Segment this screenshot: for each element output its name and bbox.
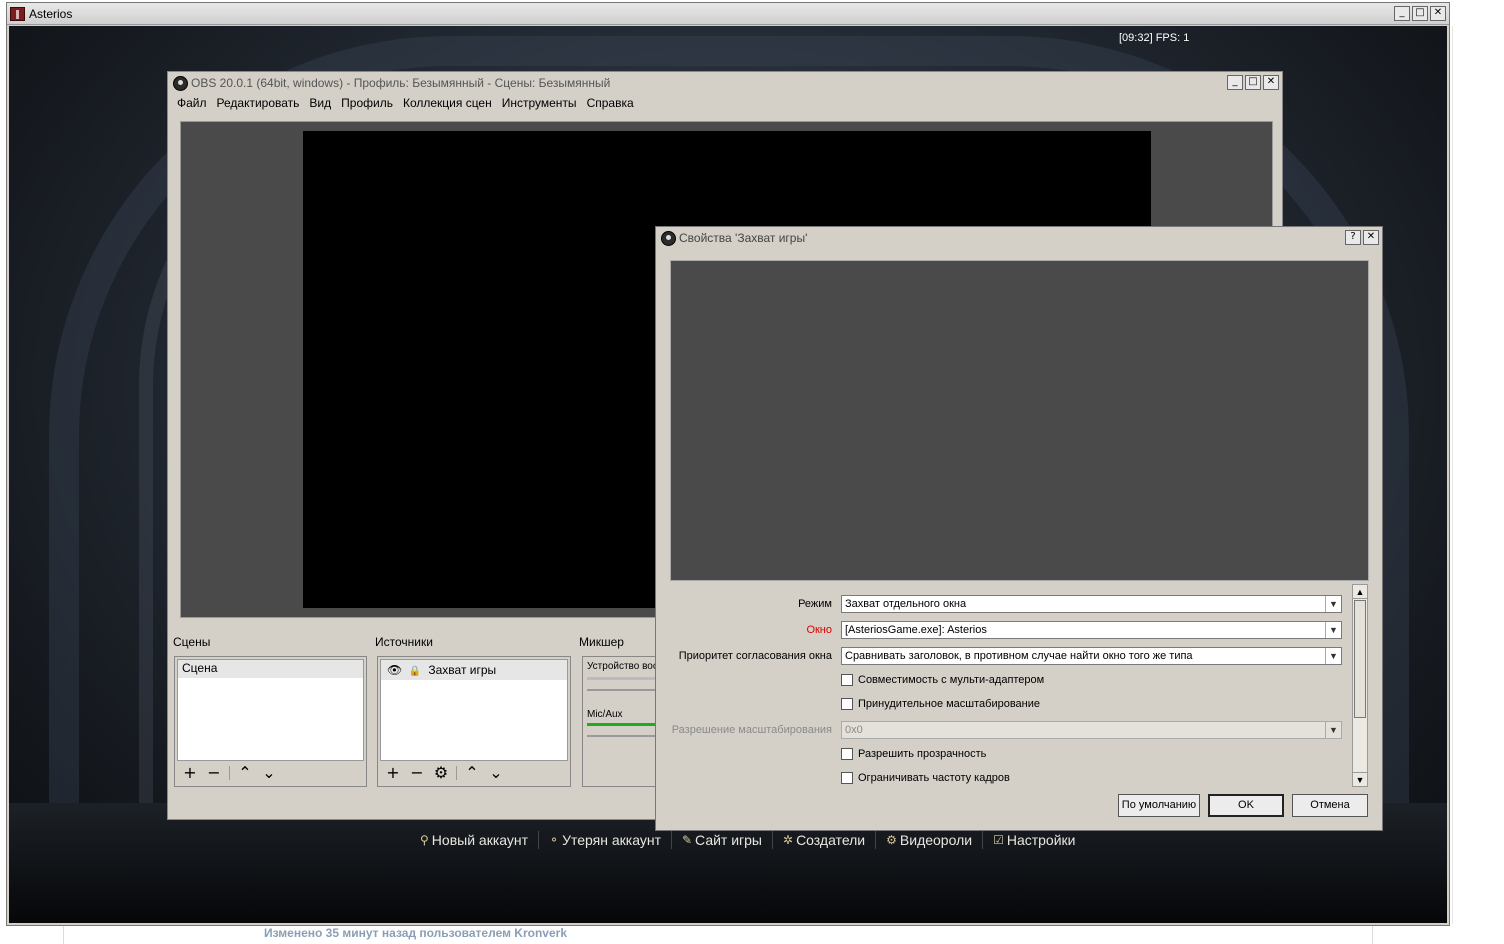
site-icon: ✎	[681, 833, 693, 847]
mode-select[interactable]: Захват отдельного окна ▼	[841, 595, 1342, 613]
cancel-button[interactable]: Отмена	[1292, 794, 1368, 817]
properties-scrollbar[interactable]: ▲ ▼	[1352, 584, 1368, 787]
mic-volume-slider[interactable]	[587, 735, 661, 737]
sources-dock-title: Источники	[375, 635, 433, 649]
new-account-link[interactable]: ⚲ Новый аккаунт	[410, 831, 540, 849]
creators-icon: ✲	[783, 833, 794, 847]
window-select[interactable]: [AsteriosGame.exe]: Asterios ▼	[841, 621, 1342, 639]
scroll-thumb	[1354, 600, 1366, 718]
menu-scene-collection[interactable]: Коллекция сцен	[398, 95, 497, 111]
force-scaling-checkbox[interactable]: Принудительное масштабирование	[841, 698, 1040, 710]
chevron-down-icon: ▼	[1325, 722, 1341, 738]
source-item[interactable]: 👁 🔒 Захват игры	[381, 660, 567, 680]
obs-window-title: OBS 20.0.1 (64bit, windows) - Профиль: Б…	[191, 76, 611, 90]
sources-list[interactable]: 👁 🔒 Захват игры	[380, 659, 568, 761]
obs-close-button[interactable]: ✕	[1263, 75, 1279, 90]
desktop-volume-slider[interactable]	[587, 689, 661, 691]
scene-item[interactable]: Сцена	[178, 660, 363, 678]
scale-res-select: 0x0 ▼	[841, 721, 1342, 739]
scenes-dock-title: Сцены	[173, 635, 211, 649]
limit-fps-checkbox[interactable]: Ограничивать частоту кадров	[841, 772, 1010, 784]
scroll-up-icon: ▲	[1353, 585, 1367, 599]
lost-account-link[interactable]: ⚬ Утерян аккаунт	[539, 831, 672, 849]
game-minimize-button[interactable]: _	[1394, 6, 1410, 21]
game-window-title: Asterios	[29, 7, 73, 21]
eye-visibility-icon[interactable]: 👁	[387, 663, 402, 677]
remove-scene-button[interactable]: −	[205, 765, 223, 781]
background-footer	[0, 924, 1504, 944]
videos-link[interactable]: ⚙ Видеороли	[876, 831, 984, 849]
menu-view[interactable]: Вид	[304, 95, 336, 111]
game-site-link[interactable]: ✎ Сайт игры	[672, 831, 773, 849]
chevron-down-icon: ▼	[1325, 622, 1341, 638]
game-maximize-button[interactable]: □	[1412, 6, 1428, 21]
obs-logo-icon	[173, 76, 188, 91]
menu-file[interactable]: Файл	[172, 95, 212, 111]
obs-minimize-button[interactable]: _	[1227, 75, 1243, 90]
game-titlebar[interactable]: Asterios _ □ ✕	[7, 3, 1449, 25]
properties-close-button[interactable]: ✕	[1363, 230, 1379, 245]
creators-link[interactable]: ✲ Создатели	[773, 831, 877, 849]
multi-adapter-checkbox[interactable]: Совместимость с мульти-адаптером	[841, 674, 1044, 686]
source-properties-gear-icon[interactable]: ⚙	[432, 765, 450, 781]
allow-transparency-checkbox[interactable]: Разрешить прозрачность	[841, 748, 986, 760]
window-label: Окно	[806, 624, 832, 636]
menu-help[interactable]: Справка	[582, 95, 639, 111]
add-source-button[interactable]: +	[384, 765, 402, 781]
game-launcher-menu: ⚲ Новый аккаунт ⚬ Утерян аккаунт ✎ Сайт игр…	[410, 831, 1085, 849]
chevron-down-icon: ▼	[1325, 596, 1341, 612]
game-close-button[interactable]: ✕	[1430, 6, 1446, 21]
menu-edit[interactable]: Редактировать	[212, 95, 305, 111]
settings-icon: ☑	[993, 833, 1004, 847]
mixer-dock-title: Микшер	[579, 635, 624, 649]
lock-icon[interactable]: 🔒	[409, 666, 421, 677]
scene-move-down-button[interactable]: ⌄	[260, 765, 278, 781]
scene-move-up-button[interactable]: ⌃	[236, 765, 254, 781]
remove-source-button[interactable]: −	[408, 765, 426, 781]
settings-link[interactable]: ☑ Настройки	[983, 831, 1085, 849]
obs-maximize-button[interactable]: □	[1245, 75, 1261, 90]
scenes-dock: Сцена + − ⌃ ⌄	[174, 656, 367, 787]
chevron-down-icon: ▼	[1325, 648, 1341, 664]
source-item-label: Захват игры	[428, 663, 497, 677]
page-modified-note: Изменено 35 минут назад пользователем Kr…	[264, 926, 567, 940]
priority-select[interactable]: Сравнивать заголовок, в противном случае…	[841, 647, 1342, 665]
scale-res-label: Разрешение масштабирования	[671, 724, 832, 736]
properties-preview	[670, 260, 1369, 581]
obs-menubar: Файл Редактировать Вид Профиль Коллекция…	[172, 95, 639, 111]
scenes-list[interactable]: Сцена	[177, 659, 364, 761]
menu-profile[interactable]: Профиль	[336, 95, 398, 111]
mixer-dock: Устройство вос Mic/Aux	[582, 656, 662, 787]
properties-titlebar[interactable]: Свойства 'Захват игры' ? ✕	[656, 227, 1382, 249]
source-move-down-button[interactable]: ⌄	[487, 765, 505, 781]
mode-label: Режим	[798, 598, 832, 610]
background-page-panel	[1452, 26, 1504, 944]
properties-dialog-title: Свойства 'Захват игры'	[679, 231, 808, 245]
priority-label: Приоритет согласования окна	[678, 650, 832, 662]
mixer-channel-mic: Mic/Aux	[587, 709, 623, 720]
sources-dock: 👁 🔒 Захват игры + − ⚙ ⌃ ⌄	[377, 656, 571, 787]
scroll-down-icon: ▼	[1353, 772, 1367, 786]
help-button[interactable]: ?	[1345, 230, 1361, 245]
video-icon: ⚙	[886, 833, 897, 847]
desktop-volume-meter	[587, 677, 661, 680]
asterios-app-icon	[10, 7, 25, 21]
game-capture-properties-dialog: Свойства 'Захват игры' ? ✕ Режим Захват …	[655, 226, 1383, 831]
mic-volume-meter	[587, 723, 661, 726]
user-icon: ⚲	[420, 833, 429, 847]
menu-tools[interactable]: Инструменты	[497, 95, 582, 111]
fps-counter: [09:32] FPS: 1	[1119, 32, 1190, 44]
add-scene-button[interactable]: +	[181, 765, 199, 781]
obs-titlebar[interactable]: OBS 20.0.1 (64bit, windows) - Профиль: Б…	[168, 72, 1282, 94]
defaults-button[interactable]: По умолчанию	[1118, 794, 1200, 817]
lost-account-icon: ⚬	[549, 833, 560, 847]
obs-logo-icon	[661, 231, 676, 246]
mixer-channel-desktop: Устройство вос	[587, 661, 658, 672]
ok-button[interactable]: OK	[1208, 794, 1284, 817]
source-move-up-button[interactable]: ⌃	[463, 765, 481, 781]
